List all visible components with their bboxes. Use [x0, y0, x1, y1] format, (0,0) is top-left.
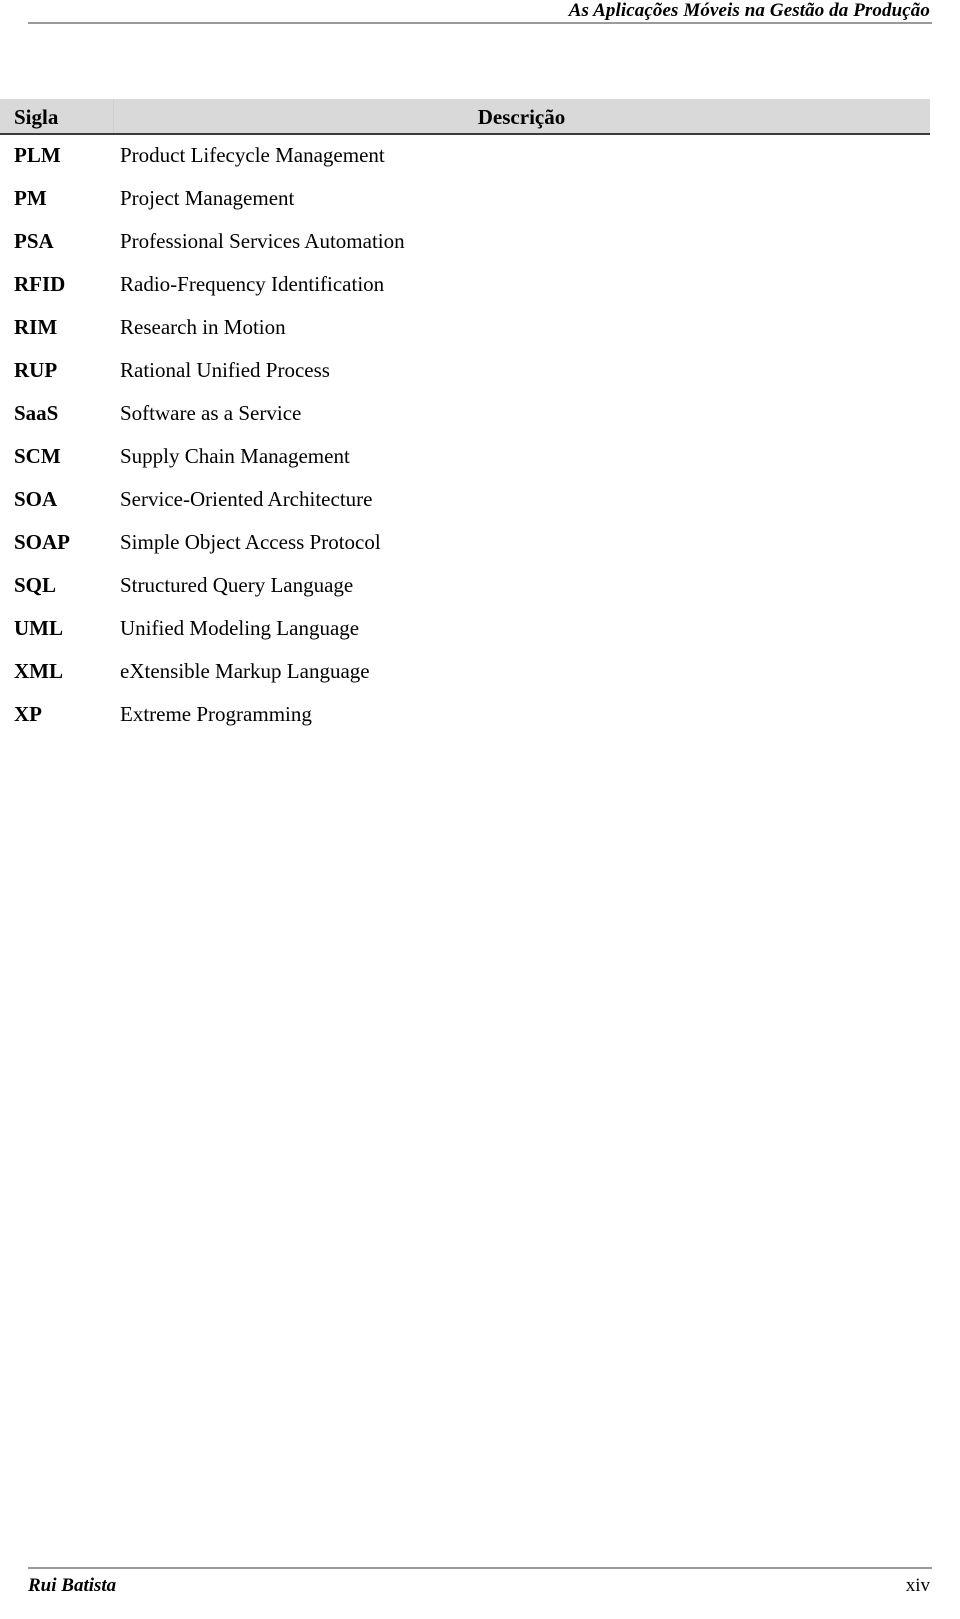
table-row: XP Extreme Programming: [0, 699, 930, 742]
cell-descricao: Supply Chain Management: [120, 444, 350, 468]
table-row: SQL Structured Query Language: [0, 570, 930, 613]
column-header-descricao: Descrição: [477, 105, 566, 129]
cell-descricao: Unified Modeling Language: [120, 616, 360, 640]
table-row: RUP Rational Unified Process: [0, 355, 930, 398]
page-header: As Aplicações Móveis na Gestão da Produç…: [0, 0, 960, 24]
table-row: PSA Professional Services Automation: [0, 226, 930, 269]
cell-descricao: eXtensible Markup Language: [120, 659, 370, 683]
cell-sigla: RIM: [14, 315, 58, 339]
column-header-sigla: Sigla: [14, 105, 59, 129]
cell-descricao: Rational Unified Process: [120, 358, 330, 382]
cell-sigla: PM: [14, 186, 47, 210]
table-row: PLM Product Lifecycle Management: [0, 140, 930, 183]
table-row: SaaS Software as a Service: [0, 398, 930, 441]
table-row: SOAP Simple Object Access Protocol: [0, 527, 930, 570]
cell-descricao: Professional Services Automation: [120, 229, 405, 253]
page-footer-rule: [28, 1567, 932, 1569]
acronym-table: Sigla Descrição PLM Product Lifecycle Man…: [0, 99, 930, 742]
cell-sigla: XML: [14, 659, 63, 683]
cell-sigla: RFID: [14, 272, 66, 296]
page-footer: Rui Batista xiv: [0, 1567, 960, 1619]
page-header-rule: [28, 22, 932, 24]
table-row: PM Project Management: [0, 183, 930, 226]
table-row: XML eXtensible Markup Language: [0, 656, 930, 699]
cell-sigla: PSA: [14, 229, 54, 253]
table-row: RIM Research in Motion: [0, 312, 930, 355]
cell-sigla: SOA: [14, 487, 58, 511]
cell-sigla: SOAP: [14, 530, 71, 554]
table-row: UML Unified Modeling Language: [0, 613, 930, 656]
table-row: SCM Supply Chain Management: [0, 441, 930, 484]
cell-sigla: SQL: [14, 573, 57, 597]
cell-descricao: Software as a Service: [120, 401, 302, 425]
table-body: PLM Product Lifecycle Management PM Project…: [0, 135, 930, 742]
page-header-title: As Aplicações Móveis na Gestão da Produç…: [568, 0, 930, 21]
cell-descricao: Project Management: [120, 186, 295, 210]
table-header-row: Sigla Descrição: [0, 99, 930, 135]
cell-descricao: Product Lifecycle Management: [120, 143, 385, 167]
cell-sigla: RUP: [14, 358, 58, 382]
cell-descricao: Research in Motion: [120, 315, 286, 339]
cell-descricao: Structured Query Language: [120, 573, 354, 597]
cell-sigla: UML: [14, 616, 63, 640]
cell-descricao: Service-Oriented Architecture: [120, 487, 373, 511]
cell-sigla: PLM: [14, 143, 61, 167]
page-number: xiv: [905, 1575, 930, 1596]
cell-sigla: XP: [14, 702, 42, 726]
table-row: SOA Service-Oriented Architecture: [0, 484, 930, 527]
cell-sigla: SaaS: [14, 401, 59, 425]
cell-descricao: Radio-Frequency Identification: [120, 272, 385, 296]
cell-sigla: SCM: [14, 444, 61, 468]
page-footer-author: Rui Batista: [28, 1575, 117, 1596]
cell-descricao: Simple Object Access Protocol: [120, 530, 381, 554]
table-row: RFID Radio-Frequency Identification: [0, 269, 930, 312]
cell-descricao: Extreme Programming: [120, 702, 312, 726]
